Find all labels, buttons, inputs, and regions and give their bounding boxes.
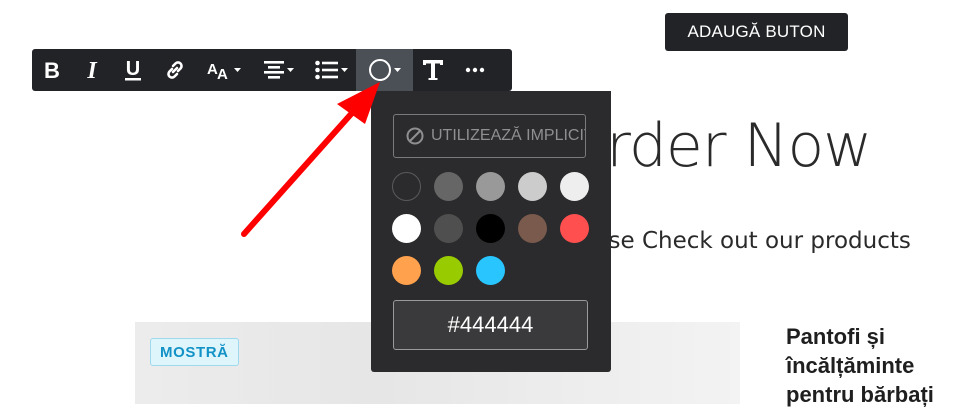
more-icon: [465, 67, 484, 73]
color-swatch[interactable]: [392, 214, 421, 243]
more-button[interactable]: [453, 49, 496, 91]
color-picker-panel: UTILIZEAZĂ IMPLICIT: [371, 91, 611, 372]
color-swatch[interactable]: [560, 172, 589, 201]
text-format-toolbar: B I U A A: [32, 49, 512, 91]
color-swatch[interactable]: [518, 214, 547, 243]
svg-text:I: I: [86, 59, 98, 81]
bulleted-list-icon: [314, 60, 338, 80]
font-size-icon: A A: [207, 61, 228, 82]
font-size-button[interactable]: A A: [196, 49, 250, 91]
chevron-down-icon: [286, 67, 294, 72]
bold-icon: B: [44, 59, 60, 81]
text-style-button[interactable]: [413, 49, 453, 91]
link-button[interactable]: [154, 49, 196, 91]
color-swatch[interactable]: [476, 214, 505, 243]
svg-text:B: B: [44, 59, 60, 81]
color-swatch[interactable]: [392, 172, 421, 201]
text-icon: [423, 60, 443, 80]
align-button[interactable]: [250, 49, 306, 91]
color-swatch[interactable]: [518, 172, 547, 201]
color-circle-icon: [369, 59, 391, 81]
sample-badge: MOSTRĂ: [150, 338, 239, 366]
color-swatch[interactable]: [476, 172, 505, 201]
list-button[interactable]: [306, 49, 356, 91]
color-swatch[interactable]: [560, 214, 589, 243]
underline-icon: U: [125, 58, 141, 81]
svg-text:U: U: [126, 58, 140, 80]
italic-button[interactable]: I: [72, 49, 112, 91]
hex-color-input[interactable]: [393, 300, 588, 350]
link-icon: [167, 61, 183, 79]
chevron-down-icon: [340, 67, 348, 72]
chevron-down-icon: [394, 67, 401, 72]
italic-icon: I: [86, 59, 98, 81]
color-swatch[interactable]: [434, 214, 463, 243]
color-swatch[interactable]: [392, 256, 421, 285]
chevron-down-icon: [233, 67, 241, 72]
align-center-icon: [263, 61, 284, 79]
bold-button[interactable]: B: [32, 49, 72, 91]
product-title: Pantofi și încălțăminte pentru bărbați: [786, 324, 934, 407]
color-swatch[interactable]: [434, 256, 463, 285]
svg-text:A: A: [217, 66, 228, 82]
use-default-label: UTILIZEAZĂ IMPLICIT: [431, 127, 586, 144]
underline-button[interactable]: U: [112, 49, 154, 91]
hero-subtitle: Please Check out our products: [560, 228, 911, 254]
no-color-icon: [406, 127, 424, 145]
color-swatch[interactable]: [476, 256, 505, 285]
text-color-button[interactable]: [356, 49, 413, 91]
add-button[interactable]: ADAUGĂ BUTON: [665, 13, 848, 51]
use-default-button[interactable]: UTILIZEAZĂ IMPLICIT: [393, 114, 586, 158]
color-swatch[interactable]: [434, 172, 463, 201]
